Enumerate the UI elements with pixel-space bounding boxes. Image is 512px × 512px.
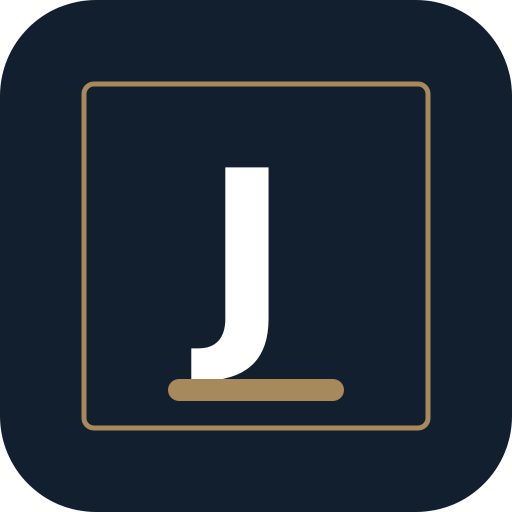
logo-letter: J [191,123,290,390]
app-icon: J [0,0,512,512]
app-logo-icon: J [0,0,512,512]
logo-underline [168,379,344,401]
